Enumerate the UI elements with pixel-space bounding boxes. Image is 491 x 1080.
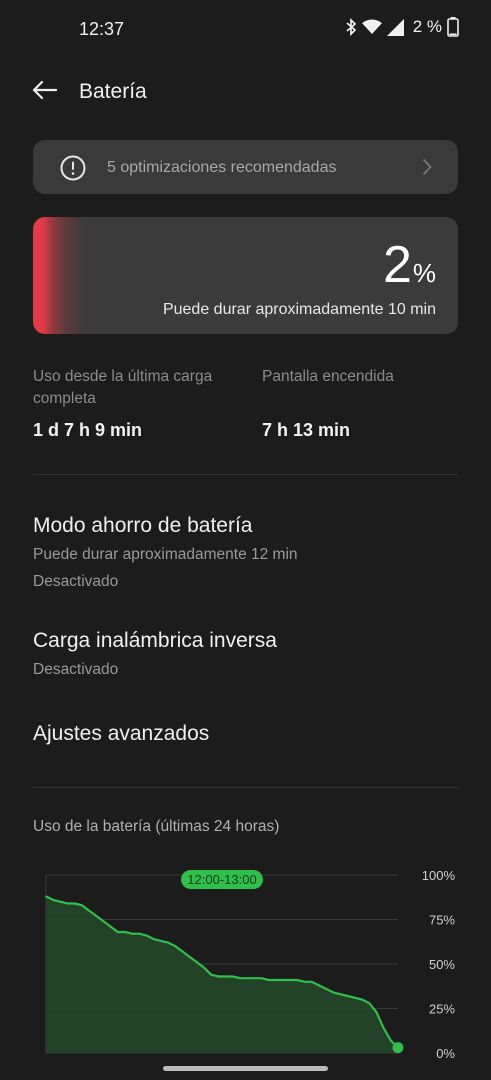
data-point (332, 991, 335, 994)
y-tick-label: 0% (436, 1046, 455, 1061)
since-charge-stat: Uso desde la última carga completa 1 d 7… (33, 366, 238, 441)
data-point (353, 996, 356, 999)
data-point (167, 941, 170, 944)
divider (33, 787, 458, 788)
data-point (188, 955, 191, 958)
reverse-wireless-setting[interactable]: Carga inalámbrica inversa Desactivado (33, 629, 458, 679)
chevron-right-icon (422, 158, 432, 181)
bluetooth-icon (345, 18, 357, 36)
status-time: 12:37 (79, 19, 125, 39)
data-point (318, 984, 320, 987)
screen-on-label: Pantalla encendida (262, 368, 394, 385)
screen-on-stat: Pantalla encendida 7 h 13 min (262, 366, 467, 441)
battery-estimate: Puede durar aproximadamente 10 min (162, 301, 436, 318)
battery-percent-text: 2 % (412, 17, 442, 36)
data-point (246, 977, 249, 980)
time-range-label: 12:00-13:00 (187, 872, 256, 887)
data-point (59, 900, 62, 903)
battery-level-fill (33, 217, 85, 334)
battery-icon (447, 17, 459, 37)
data-point (368, 1002, 371, 1005)
arrow-left-icon (31, 80, 58, 105)
battery-percent-value: 2 (382, 236, 412, 294)
data-point (260, 977, 263, 980)
cell-signal-icon (386, 18, 404, 36)
data-point (361, 998, 363, 1001)
data-point (231, 975, 234, 978)
data-point (181, 950, 184, 953)
data-point (138, 932, 141, 935)
y-tick-label: 25% (429, 1002, 455, 1017)
back-button[interactable] (26, 74, 62, 110)
data-point (389, 1039, 392, 1042)
page-title: Batería (79, 80, 147, 103)
screen-on-value: 7 h 13 min (262, 420, 351, 440)
current-level-dot (392, 1042, 404, 1054)
battery-level-card: 2 % Puede durar aproximadamente 10 min (33, 217, 458, 334)
status-bar: 12:37 2 % (0, 0, 491, 58)
data-point (102, 920, 105, 923)
data-point (289, 979, 292, 981)
battery-percent: 2 % (383, 239, 436, 291)
reverse-wireless-title: Carga inalámbrica inversa (33, 629, 277, 652)
y-tick-label: 100% (422, 868, 456, 883)
data-point (160, 939, 162, 942)
optimizations-card[interactable]: 5 optimizaciones recomendadas (33, 140, 458, 194)
since-charge-value: 1 d 7 h 9 min (33, 420, 143, 440)
data-point (66, 902, 69, 905)
data-point (81, 904, 83, 907)
data-point (325, 988, 328, 990)
data-point (382, 1027, 385, 1029)
data-point (339, 993, 342, 996)
data-point (124, 931, 126, 933)
status-icons: 2 % (345, 17, 459, 37)
info-icon (60, 155, 86, 186)
data-point (210, 973, 213, 976)
data-point (73, 902, 76, 905)
data-point (274, 979, 277, 981)
optimizations-label: 5 optimizaciones recomendadas (107, 159, 337, 176)
home-indicator[interactable] (163, 1066, 328, 1071)
battery-percent-symbol: % (412, 258, 436, 288)
wifi-icon (361, 19, 382, 35)
chart-title: Uso de la batería (últimas 24 horas) (33, 818, 280, 835)
reverse-wireless-status: Desactivado (33, 661, 119, 678)
data-point (310, 980, 313, 983)
data-point (203, 966, 205, 969)
battery-usage-chart[interactable]: 100% 75% 50% 25% 0% 12:00-13:00 (0, 855, 491, 1065)
data-point (303, 980, 306, 983)
data-point (346, 995, 349, 997)
data-point (282, 979, 284, 981)
data-point (52, 899, 55, 901)
data-point (109, 925, 112, 928)
advanced-settings-title: Ajustes avanzados (33, 722, 210, 745)
data-point (267, 979, 270, 981)
data-point (131, 932, 134, 935)
data-point (239, 977, 241, 980)
header: Batería (0, 70, 491, 114)
data-point (88, 909, 91, 912)
data-point (174, 945, 177, 948)
battery-saver-setting[interactable]: Modo ahorro de batería Puede durar aprox… (33, 514, 458, 591)
data-point (296, 979, 299, 981)
data-point (152, 938, 155, 940)
y-tick-label: 75% (429, 913, 455, 928)
data-point (116, 931, 119, 933)
y-tick-label: 50% (429, 957, 455, 972)
battery-saver-subtitle: Puede durar aproximadamente 12 min (33, 546, 298, 563)
advanced-settings[interactable]: Ajustes avanzados (33, 722, 458, 746)
data-point (217, 975, 220, 978)
battery-saver-status: Desactivado (33, 573, 119, 590)
data-point (195, 961, 198, 964)
data-point (224, 975, 227, 978)
battery-saver-title: Modo ahorro de batería (33, 514, 253, 537)
data-point (253, 977, 256, 980)
data-point (95, 915, 98, 917)
data-point (145, 934, 148, 937)
data-point (375, 1011, 378, 1013)
divider (33, 474, 458, 475)
since-charge-label: Uso desde la última carga completa (33, 368, 213, 407)
data-point (45, 895, 47, 898)
